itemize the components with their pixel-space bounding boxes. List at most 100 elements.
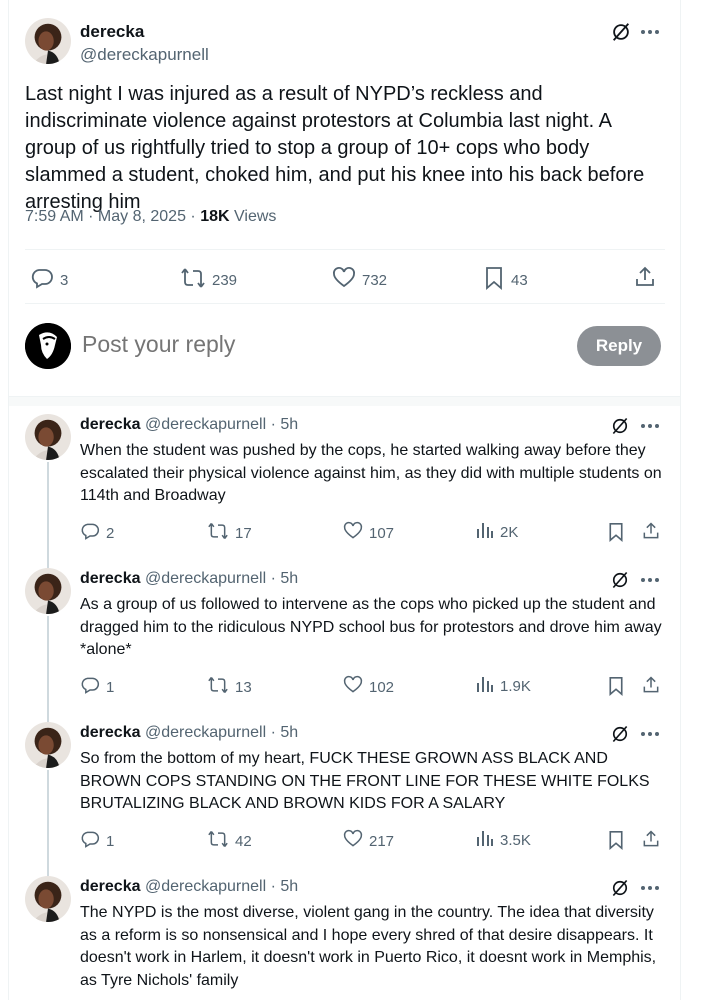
- like-action[interactable]: 217: [343, 829, 394, 853]
- bookmark-action[interactable]: 43: [483, 266, 528, 294]
- share-icon[interactable]: [641, 829, 661, 854]
- display-name[interactable]: derecka: [80, 570, 141, 587]
- thread-connector: [47, 770, 49, 876]
- reply-header: derecka @dereckapurnell · 5h: [80, 416, 298, 434]
- main-tweet: derecka @dereckapurnell Last night I was…: [25, 0, 665, 400]
- more-icon[interactable]: [640, 726, 660, 747]
- repost-action[interactable]: 239: [180, 266, 237, 294]
- reply-action[interactable]: 2: [80, 521, 114, 545]
- reply-count: 1: [106, 832, 115, 850]
- thread-connector: [47, 616, 49, 722]
- reply-actions: 2 17 107 2K: [80, 521, 665, 543]
- tweet-text: Last night I was injured as a result of …: [25, 83, 645, 213]
- reply-actions: 1 42 217 3.5K: [80, 829, 665, 851]
- avatar[interactable]: [25, 568, 71, 614]
- reply-action[interactable]: 3: [30, 266, 68, 294]
- bookmark-icon: [483, 266, 505, 294]
- repost-count: 17: [235, 524, 252, 542]
- repost-count: 239: [212, 271, 238, 289]
- views-label: Views: [229, 208, 277, 225]
- views-icon: [476, 521, 494, 543]
- more-icon[interactable]: [640, 418, 660, 439]
- right-border: [680, 0, 681, 1000]
- handle[interactable]: @dereckapurnell · 5h: [145, 724, 298, 741]
- like-icon: [343, 675, 363, 699]
- grok-icon[interactable]: [610, 570, 630, 595]
- like-count: 217: [369, 832, 395, 850]
- reply-text: The NYPD is the most diverse, violent ga…: [80, 904, 657, 989]
- divider: [25, 249, 665, 250]
- bookmark-icon[interactable]: [607, 522, 625, 547]
- repost-icon: [180, 266, 206, 294]
- share-icon[interactable]: [641, 521, 661, 546]
- my-avatar[interactable]: [25, 323, 71, 369]
- repost-icon: [207, 829, 229, 853]
- like-action[interactable]: 102: [343, 675, 394, 699]
- reply-actions: 1 13 102 1.9K: [80, 675, 665, 697]
- reply-count: 3: [60, 271, 69, 289]
- bookmark-icon[interactable]: [607, 830, 625, 855]
- grok-icon[interactable]: [610, 878, 630, 903]
- left-border: [8, 0, 9, 1000]
- avatar[interactable]: [25, 876, 71, 922]
- reply-action[interactable]: 1: [80, 675, 114, 699]
- reply-header: derecka @dereckapurnell · 5h: [80, 878, 298, 896]
- views-action[interactable]: 1.9K: [476, 675, 531, 697]
- reply-input[interactable]: [82, 331, 542, 358]
- like-action[interactable]: 107: [343, 521, 394, 545]
- share-icon[interactable]: [633, 265, 657, 294]
- views-icon: [476, 675, 494, 697]
- repost-count: 42: [235, 832, 252, 850]
- reply-text: So from the bottom of my heart, FUCK THE…: [80, 750, 650, 812]
- more-icon[interactable]: [640, 572, 660, 593]
- handle[interactable]: @dereckapurnell · 5h: [145, 878, 298, 895]
- reply-icon: [80, 829, 100, 853]
- share-icon[interactable]: [641, 675, 661, 700]
- reply-button[interactable]: Reply: [577, 326, 661, 366]
- display-name[interactable]: derecka: [80, 22, 144, 42]
- bookmark-icon[interactable]: [607, 676, 625, 701]
- grok-icon[interactable]: [610, 21, 632, 48]
- handle[interactable]: @dereckapurnell · 5h: [145, 570, 298, 587]
- reply-icon: [30, 266, 54, 294]
- repost-action[interactable]: 13: [207, 675, 252, 699]
- grok-icon[interactable]: [610, 724, 630, 749]
- display-name[interactable]: derecka: [80, 878, 141, 895]
- tweet-meta: 7:59 AM · May 8, 2025 · 18K Views: [25, 208, 276, 226]
- like-count: 107: [369, 524, 395, 542]
- avatar[interactable]: [25, 722, 71, 768]
- reply-header: derecka @dereckapurnell · 5h: [80, 570, 298, 588]
- handle[interactable]: @dereckapurnell · 5h: [145, 416, 298, 433]
- section-divider: [9, 396, 680, 406]
- grok-icon[interactable]: [610, 416, 630, 441]
- repost-action[interactable]: 42: [207, 829, 252, 853]
- reply-header: derecka @dereckapurnell · 5h: [80, 724, 298, 742]
- like-count: 732: [362, 271, 388, 289]
- divider: [9, 396, 680, 397]
- views-action[interactable]: 2K: [476, 521, 518, 543]
- like-action[interactable]: 732: [332, 266, 387, 294]
- repost-count: 13: [235, 678, 252, 696]
- repost-action[interactable]: 17: [207, 521, 252, 545]
- divider: [25, 303, 665, 304]
- views-count: 1.9K: [500, 677, 531, 695]
- reply-count: 1: [106, 678, 115, 696]
- handle[interactable]: @dereckapurnell: [80, 45, 209, 65]
- views-icon: [476, 829, 494, 851]
- reply-text: When the student was pushed by the cops,…: [80, 442, 662, 504]
- timestamp[interactable]: 7:59 AM · May 8, 2025 ·: [25, 208, 200, 225]
- like-icon: [343, 829, 363, 853]
- views-action[interactable]: 3.5K: [476, 829, 531, 851]
- reply-action[interactable]: 1: [80, 829, 114, 853]
- avatar[interactable]: [25, 18, 71, 64]
- more-icon[interactable]: [640, 880, 660, 901]
- bookmark-count: 43: [511, 271, 528, 289]
- more-icon[interactable]: [640, 24, 660, 45]
- thread-connector: [47, 462, 49, 568]
- reply-icon: [80, 521, 100, 545]
- avatar[interactable]: [25, 414, 71, 460]
- reply-icon: [80, 675, 100, 699]
- display-name[interactable]: derecka: [80, 724, 141, 741]
- display-name[interactable]: derecka: [80, 416, 141, 433]
- repost-icon: [207, 521, 229, 545]
